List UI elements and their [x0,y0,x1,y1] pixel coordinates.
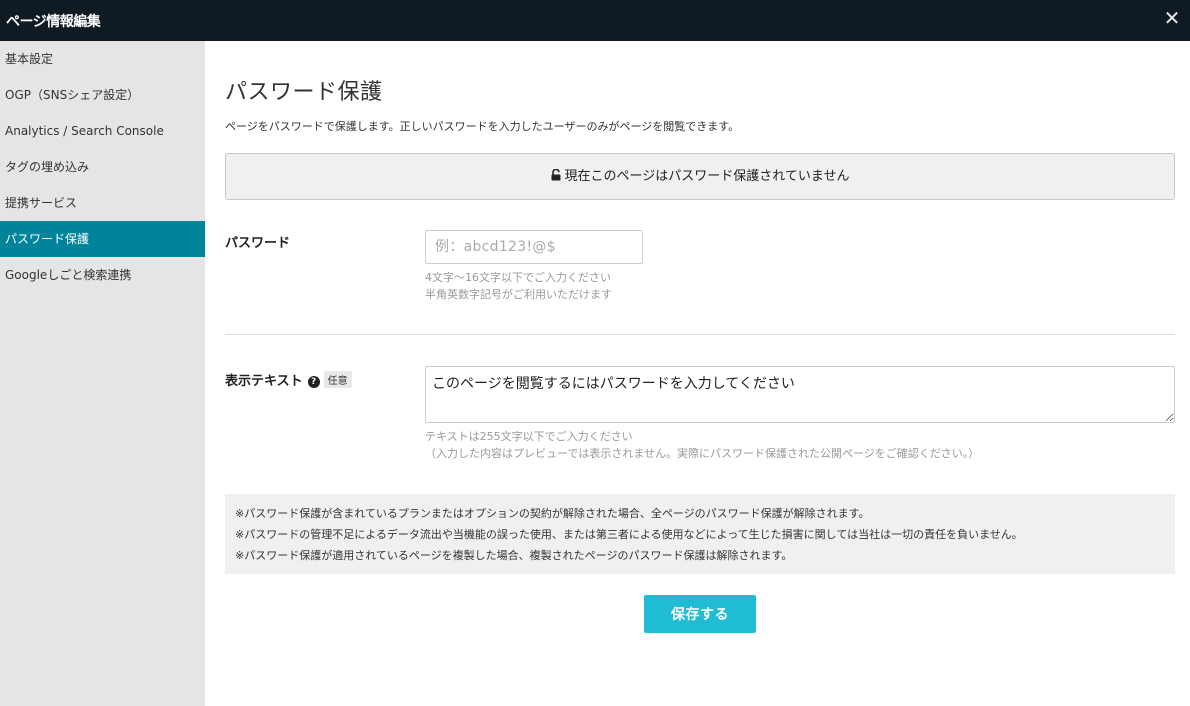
display-text-label-row: 表示テキスト? 任意 [225,370,352,389]
notice-line: ※パスワード保護が含まれているプランまたはオプションの契約が解除された場合、全ペ… [235,507,870,520]
password-input[interactable] [425,230,643,264]
display-text-label: 表示テキスト [225,374,303,389]
sidebar-item-analytics[interactable]: Analytics / Search Console [0,113,205,149]
password-hint-length: 4文字〜16文字以下でご入力ください [425,271,611,284]
sidebar-item-ogp[interactable]: OGP（SNSシェア設定） [0,77,205,113]
sidebar-item-password[interactable]: パスワード保護 [0,221,205,257]
title-bar: ページ情報編集 ✕ [0,0,1190,41]
question-circle-icon[interactable]: ? [307,376,320,388]
sidebar-item-tags[interactable]: タグの埋め込み [0,149,205,185]
notice-line: ※パスワードの管理不足によるデータ流出や当機能の誤った使用、または第三者による使… [235,528,1023,541]
display-text-hint-length: テキストは255文字以下でご入力ください [425,430,633,443]
sidebar: 基本設定 OGP（SNSシェア設定） Analytics / Search Co… [0,41,205,706]
notice-box: ※パスワード保護が含まれているプランまたはオプションの契約が解除された場合、全ペ… [225,494,1175,574]
page-description: ページをパスワードで保護します。正しいパスワードを入力したユーザーのみがページを… [225,120,740,133]
section-divider [225,334,1175,335]
optional-badge: 任意 [323,371,352,388]
password-hint: 4文字〜16文字以下でご入力ください 半角英数字記号がご利用いただけます [425,269,612,303]
display-text-field[interactable]: このページを閲覧するにはパスワードを入力してください [425,366,1175,423]
password-label: パスワード [225,236,291,251]
sidebar-item-basic[interactable]: 基本設定 [0,41,205,77]
password-hint-chars: 半角英数字記号がご利用いただけます [425,288,612,301]
notice-line: ※パスワード保護が適用されているページを複製した場合、複製されたページのパスワー… [235,549,793,562]
display-text-hint-preview: （入力した内容はプレビューでは表示されません。実際にパスワード保護された公開ペー… [425,447,980,460]
sidebar-item-partners[interactable]: 提携サービス [0,185,205,221]
page-title: パスワード保護 [225,80,383,105]
unlock-icon [551,155,561,200]
display-text-hint: テキストは255文字以下でご入力ください （入力した内容はプレビューでは表示され… [425,428,979,462]
status-text: 現在このページはパスワード保護されていません [564,169,850,184]
protection-status: 現在このページはパスワード保護されていません [225,153,1175,200]
sidebar-item-google-jobs[interactable]: Googleしごと検索連携 [0,257,205,293]
save-button[interactable]: 保存する [644,595,756,633]
close-icon[interactable]: ✕ [1162,6,1182,30]
window-title: ページ情報編集 [6,14,101,30]
main-panel: パスワード保護 ページをパスワードで保護します。正しいパスワードを入力したユーザ… [205,41,1190,706]
